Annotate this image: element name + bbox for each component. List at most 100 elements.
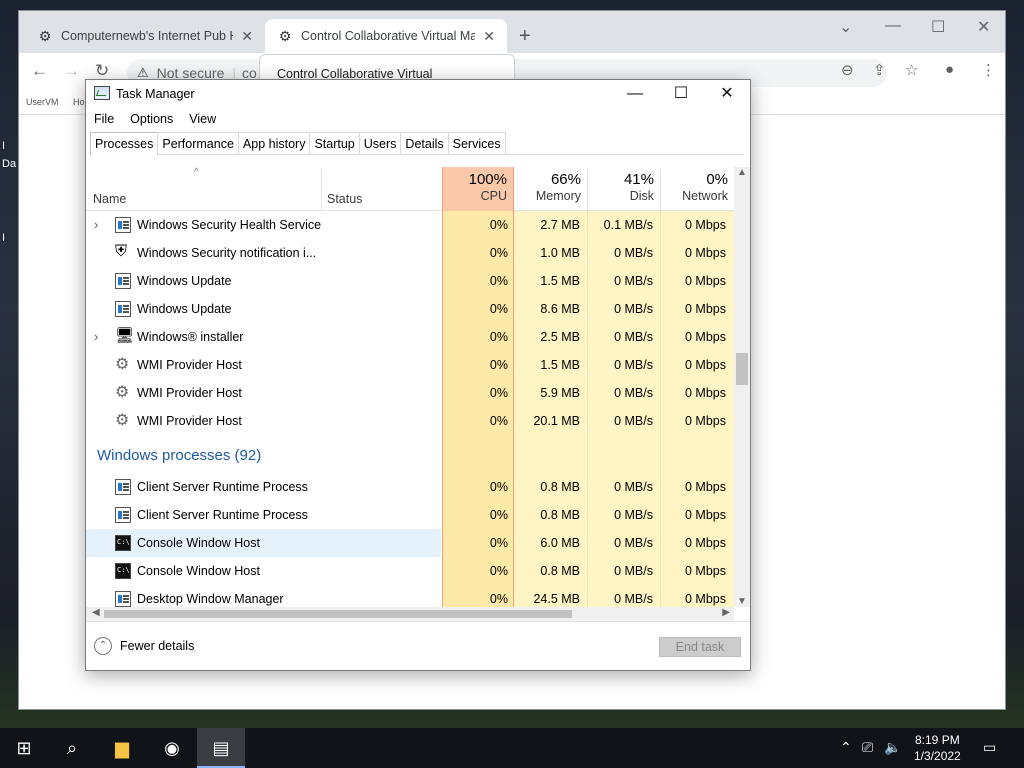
vertical-scrollbar[interactable]: ▲ ▼ — [734, 167, 750, 607]
process-row[interactable]: › Windows Security Health Service 0% 2.7 MB… — [86, 211, 734, 239]
network-value: 0 Mbps — [685, 330, 726, 344]
minimize-icon[interactable]: — — [620, 84, 650, 104]
memory-value: 2.5 MB — [540, 330, 580, 344]
back-icon[interactable]: ← — [31, 61, 48, 81]
process-name: Windows Security notification i... — [137, 246, 317, 260]
process-row[interactable]: Desktop Window Manager 0% 24.5 MB 0 MB/s 0 M… — [86, 585, 734, 607]
close-icon[interactable]: ✕ — [712, 84, 742, 104]
fewer-details-button[interactable]: ⌃ Fewer details — [94, 637, 194, 655]
desktop-label: I — [2, 232, 6, 244]
scroll-up-icon[interactable]: ▲ — [737, 167, 747, 178]
menu-view[interactable]: View — [181, 109, 224, 129]
service-icon — [115, 217, 131, 233]
disk-value: 0 MB/s — [614, 386, 653, 400]
network-value: 0 Mbps — [685, 358, 726, 372]
cpu-value: 0% — [489, 536, 508, 550]
tab-users[interactable]: Users — [358, 132, 402, 154]
console-icon — [115, 563, 131, 579]
forward-icon[interactable]: → — [63, 61, 80, 81]
expand-chevron-icon[interactable]: › — [94, 329, 98, 344]
scroll-left-icon[interactable]: ◀ — [92, 607, 100, 618]
column-name[interactable]: Name — [93, 192, 126, 206]
process-row[interactable]: Windows Update 0% 8.6 MB 0 MB/s 0 Mbps — [86, 295, 734, 323]
column-memory[interactable]: 66% Memory — [514, 167, 587, 211]
search-icon[interactable]: ⌕ — [48, 728, 96, 768]
process-row[interactable]: Client Server Runtime Process 0% 0.8 MB 0 M… — [86, 473, 734, 501]
clock[interactable]: 8:19 PM 1/3/2022 — [914, 732, 961, 764]
menu-file[interactable]: File — [86, 109, 122, 129]
zoom-icon[interactable]: ⊖ — [841, 61, 854, 79]
column-status[interactable]: Status — [327, 192, 362, 206]
profile-icon[interactable]: ● — [945, 61, 954, 78]
disk-value: 0 MB/s — [614, 302, 653, 316]
share-icon[interactable]: ⇪ — [873, 61, 886, 79]
cpu-value: 0% — [489, 480, 508, 494]
close-tab-icon[interactable]: ✕ — [241, 28, 253, 45]
notification-icon[interactable]: ▭ — [983, 739, 996, 756]
network-value: 0 Mbps — [685, 592, 726, 606]
column-disk[interactable]: 41% Disk — [587, 167, 660, 211]
chevron-up-icon[interactable]: ⌃ — [840, 739, 852, 756]
disk-value: 0 MB/s — [614, 330, 653, 344]
expand-chevron-icon[interactable]: › — [94, 217, 98, 232]
process-name: Client Server Runtime Process — [137, 508, 308, 522]
tab-startup[interactable]: Startup — [309, 132, 360, 154]
cpu-percent: 100% — [468, 171, 507, 188]
column-cpu[interactable]: 100% CPU — [442, 167, 514, 211]
minimize-icon[interactable]: — — [885, 17, 901, 35]
process-name: WMI Provider Host — [137, 386, 242, 400]
wmi-icon — [115, 410, 131, 430]
tab-app-history[interactable]: App history — [237, 132, 311, 154]
installer-icon — [115, 326, 134, 345]
memory-value: 24.5 MB — [533, 592, 580, 606]
close-icon[interactable]: ✕ — [977, 17, 990, 37]
maximize-icon[interactable]: ☐ — [666, 84, 696, 104]
process-row[interactable]: Windows Security notification i... 0% 1.0 … — [86, 239, 734, 267]
browser-tab[interactable]: ⚙ Computernewb's Internet Pub H ✕ — [25, 19, 265, 53]
tab-search-icon[interactable]: ⌄ — [839, 17, 852, 37]
process-grid: ^ Name Status 100% CPU 66% Memory 41% Di… — [86, 167, 734, 607]
cpu-value: 0% — [489, 386, 508, 400]
scroll-right-icon[interactable]: ▶ — [722, 607, 730, 618]
browser-tab-active[interactable]: ⚙ Control Collaborative Virtual Ma ✕ — [265, 19, 507, 53]
process-row[interactable]: Console Window Host 0% 6.0 MB 0 MB/s 0 Mbps — [86, 529, 734, 557]
task-manager-taskbar-icon[interactable]: ▤ — [197, 728, 245, 768]
bookmark-item[interactable]: UserVM — [26, 97, 59, 107]
new-tab-icon[interactable]: + — [519, 25, 531, 48]
column-network[interactable]: 0% Network — [660, 167, 734, 211]
reload-icon[interactable]: ↻ — [95, 61, 109, 81]
tab-performance[interactable]: Performance — [157, 132, 239, 154]
end-task-button[interactable]: End task — [659, 637, 741, 657]
desktop-label: Da — [2, 158, 17, 170]
fewer-details-label: Fewer details — [120, 639, 195, 653]
close-tab-icon[interactable]: ✕ — [483, 28, 495, 45]
scroll-down-icon[interactable]: ▼ — [737, 596, 747, 607]
cpu-value: 0% — [489, 218, 508, 232]
file-explorer-icon[interactable]: ▆ — [98, 728, 146, 768]
menu-icon[interactable]: ⋮ — [981, 61, 996, 79]
title-bar: Task Manager — ☐ ✕ — [86, 80, 750, 108]
tab-processes[interactable]: Processes — [90, 132, 159, 155]
network-value: 0 Mbps — [685, 564, 726, 578]
tab-services[interactable]: Services — [447, 132, 506, 154]
process-row[interactable]: Client Server Runtime Process 0% 0.8 MB 0 M… — [86, 501, 734, 529]
process-row[interactable]: WMI Provider Host 0% 5.9 MB 0 MB/s 0 Mbps — [86, 379, 734, 407]
scroll-thumb[interactable] — [104, 610, 572, 618]
volume-muted-icon[interactable]: 🔈 — [884, 739, 901, 756]
horizontal-scrollbar[interactable]: ◀ ▶ — [86, 607, 734, 621]
process-row[interactable]: Console Window Host 0% 0.8 MB 0 MB/s 0 Mbps — [86, 557, 734, 585]
scroll-thumb[interactable] — [736, 353, 748, 385]
menu-options[interactable]: Options — [122, 109, 181, 129]
console-icon — [115, 535, 131, 551]
process-row[interactable]: WMI Provider Host 0% 1.5 MB 0 MB/s 0 Mbps — [86, 351, 734, 379]
maximize-icon[interactable]: ☐ — [931, 17, 945, 37]
process-row[interactable]: Windows Update 0% 1.5 MB 0 MB/s 0 Mbps — [86, 267, 734, 295]
start-button[interactable]: ⊞ — [0, 728, 48, 768]
process-row[interactable]: WMI Provider Host 0% 20.1 MB 0 MB/s 0 Mbps — [86, 407, 734, 435]
chrome-icon[interactable]: ◉ — [148, 728, 196, 768]
network-icon[interactable]: ⎚ — [862, 739, 873, 756]
memory-value: 0.8 MB — [540, 508, 580, 522]
bookmark-star-icon[interactable]: ☆ — [905, 61, 918, 79]
tab-details[interactable]: Details — [400, 132, 449, 154]
process-row[interactable]: › Windows® installer 0% 2.5 MB 0 MB/s 0 Mbps — [86, 323, 734, 351]
